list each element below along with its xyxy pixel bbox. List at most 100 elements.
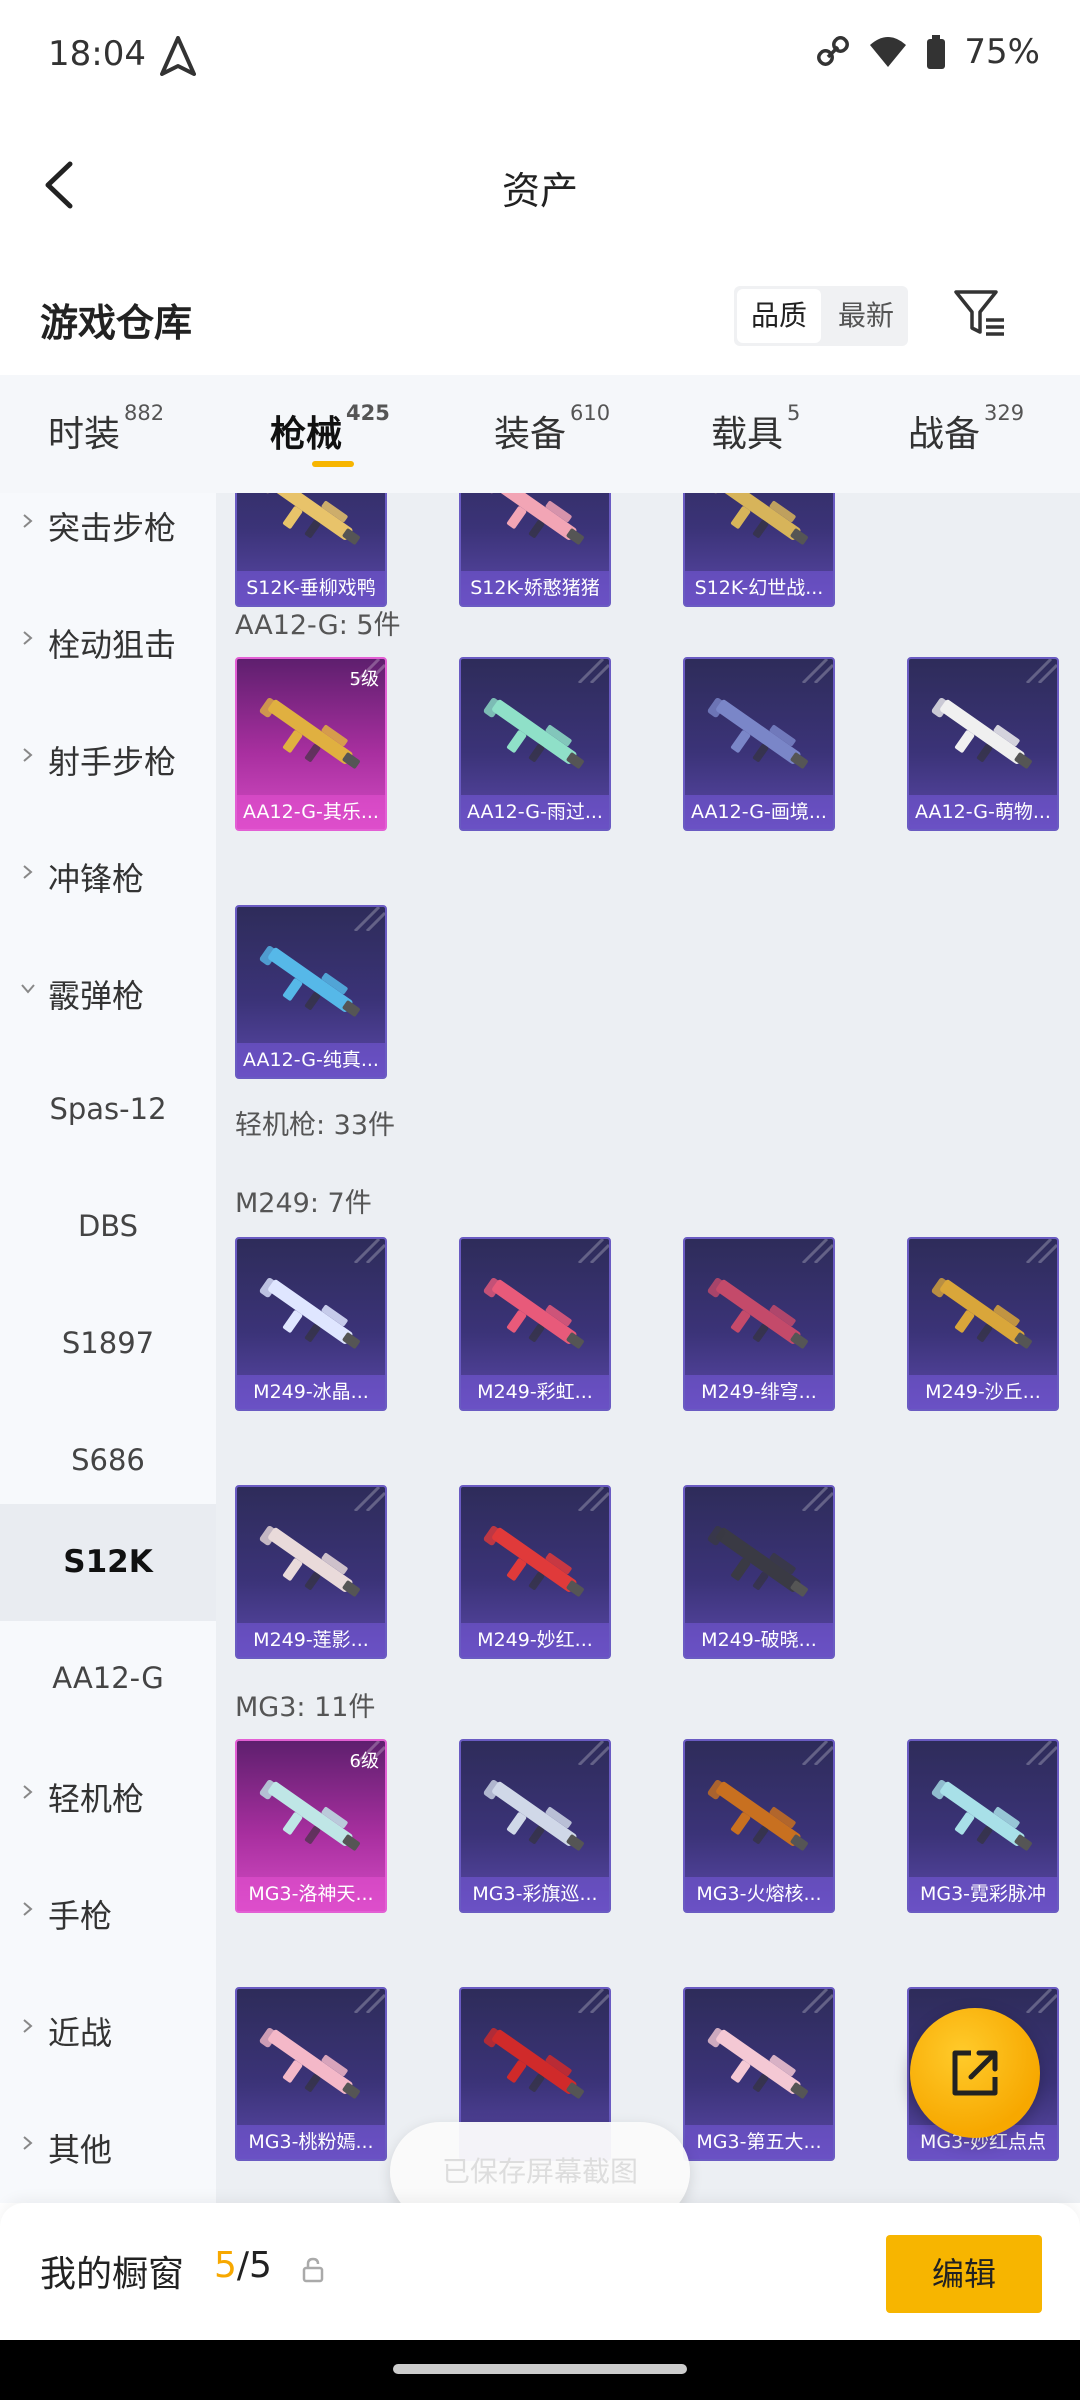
item-name: AA12-G-其乐... <box>237 795 385 829</box>
tab-label: 枪械 <box>270 414 343 455</box>
tab-count: 5 <box>787 401 801 425</box>
navigation-arrow-icon <box>160 36 196 76</box>
sidebar-item-smg[interactable]: 冲锋枪 <box>0 818 216 935</box>
item-card[interactable]: S12K-幻世战... <box>683 493 835 607</box>
item-card[interactable]: S12K-垂柳戏鸭 <box>235 493 387 607</box>
item-name: M249-妙红... <box>461 1623 609 1657</box>
item-card[interactable]: M249-妙红... <box>459 1485 611 1659</box>
sidebar-item-shotgun[interactable]: 霰弹枪 <box>0 935 216 1052</box>
sidebar-item-pistol[interactable]: 手枪 <box>0 1855 216 1972</box>
item-card[interactable]: MG3-桃粉嫣... <box>235 1987 387 2161</box>
chevron-down-icon <box>21 984 35 994</box>
item-card[interactable]: S12K-娇憨猪猪 <box>459 493 611 607</box>
sidebar-item-s12k[interactable]: S12K <box>0 1504 216 1621</box>
status-time: 18:04 <box>48 34 146 74</box>
sidebar-item-s686[interactable]: S686 <box>0 1403 216 1520</box>
chevron-right-icon <box>23 1902 33 1916</box>
sidebar-item-spas12[interactable]: Spas-12 <box>0 1052 216 1169</box>
item-card[interactable]: MG3-火熔核... <box>683 1739 835 1913</box>
item-name: MG3-火熔核... <box>685 1877 833 1911</box>
item-name: AA12-G-雨过... <box>461 795 609 829</box>
item-name: AA12-G-纯真... <box>237 1043 385 1077</box>
sidebar-item-bolt-sniper[interactable]: 栓动狙击 <box>0 584 216 701</box>
item-grid: AA12-G: 5件 轻机枪: 33件 M249: 7件 MG3: 11件 S1… <box>216 493 1080 2203</box>
tab-firearms[interactable]: 枪械425 <box>270 401 390 457</box>
item-name: M249-绯穹... <box>685 1375 833 1409</box>
weapon-icon <box>707 1277 808 1349</box>
sort-latest-button[interactable]: 最新 <box>824 286 908 346</box>
sidebar-item-marksman[interactable]: 射手步枪 <box>0 701 216 818</box>
sidebar-item-label: 手枪 <box>48 1897 113 1935</box>
home-indicator[interactable] <box>393 2364 687 2374</box>
item-card[interactable]: M249-冰晶... <box>235 1237 387 1411</box>
item-card[interactable]: M249-破晓... <box>683 1485 835 1659</box>
card-corner-decoration <box>353 1989 385 2013</box>
top-bar: 资产 <box>0 110 1080 260</box>
item-card[interactable]: 5级 AA12-G-其乐... <box>235 657 387 831</box>
tab-count: 882 <box>124 401 165 425</box>
sidebar-item-dbs[interactable]: DBS <box>0 1169 216 1286</box>
tab-count: 425 <box>346 401 390 425</box>
edit-button[interactable]: 编辑 <box>886 2235 1042 2313</box>
sidebar-item-label: 射手步枪 <box>48 743 177 781</box>
card-corner-decoration <box>1025 1989 1057 2013</box>
item-name: MG3-第五大... <box>685 2125 833 2159</box>
item-card[interactable]: AA12-G-萌物... <box>907 657 1059 831</box>
battery-icon <box>927 35 946 69</box>
weapon-icon <box>259 1525 360 1597</box>
item-name: AA12-G-画境... <box>685 795 833 829</box>
item-card[interactable]: M249-沙丘... <box>907 1237 1059 1411</box>
category-tabs: 时装882 枪械425 装备610 载具5 战备329 <box>0 375 1080 493</box>
sidebar-item-label: Spas-12 <box>49 1092 167 1126</box>
item-card[interactable]: M249-彩虹... <box>459 1237 611 1411</box>
status-bar: 18:04 75% <box>0 0 1080 110</box>
filter-icon[interactable] <box>950 284 1010 344</box>
sidebar-item-aa12g[interactable]: AA12-G <box>0 1621 216 1738</box>
card-corner-decoration <box>353 907 385 931</box>
tab-equipment[interactable]: 装备610 <box>494 401 610 457</box>
item-card[interactable]: AA12-G-雨过... <box>459 657 611 831</box>
item-name: MG3-桃粉嫣... <box>237 2125 385 2159</box>
sidebar-item-label: S1897 <box>61 1326 155 1360</box>
card-corner-decoration <box>801 1239 833 1263</box>
active-tab-indicator <box>312 461 354 467</box>
group-label: M249: 7件 <box>235 1188 372 1219</box>
item-card[interactable]: AA12-G-画境... <box>683 657 835 831</box>
card-corner-decoration <box>577 1487 609 1511</box>
weapon-icon <box>707 697 808 769</box>
item-card[interactable]: AA12-G-纯真... <box>235 905 387 1079</box>
weapon-icon <box>483 697 584 769</box>
item-card[interactable]: 6级 MG3-洛神天... <box>235 1739 387 1913</box>
item-card[interactable]: M249-绯穹... <box>683 1237 835 1411</box>
weapon-icon <box>483 493 584 545</box>
sidebar-item-s1897[interactable]: S1897 <box>0 1286 216 1403</box>
tab-vehicles[interactable]: 载具5 <box>711 401 800 457</box>
item-name: AA12-G-萌物... <box>909 795 1057 829</box>
card-corner-decoration <box>801 1487 833 1511</box>
sidebar-item-lmg[interactable]: 轻机枪 <box>0 1738 216 1855</box>
item-level-badge: 6级 <box>349 1751 379 1772</box>
sidebar-item-other[interactable]: 其他 <box>0 2089 216 2203</box>
item-card[interactable]: M249-莲影... <box>235 1485 387 1659</box>
sidebar-item-label: 霰弹枪 <box>48 977 145 1015</box>
tab-supplies[interactable]: 战备329 <box>908 401 1024 457</box>
status-icons: 75% <box>816 32 1040 72</box>
sidebar-item-label: 冲锋枪 <box>48 860 145 898</box>
sidebar-item-label: 其他 <box>48 2131 113 2169</box>
item-name: MG3-彩旗巡... <box>461 1877 609 1911</box>
chevron-right-icon <box>23 514 33 528</box>
showcase-label: 我的橱窗 <box>40 2254 185 2295</box>
weapon-icon <box>259 2027 360 2099</box>
item-card[interactable]: MG3-第五大... <box>683 1987 835 2161</box>
item-card[interactable]: MG3-彩旗巡... <box>459 1739 611 1913</box>
sidebar-item-melee[interactable]: 近战 <box>0 1972 216 2089</box>
sort-quality-button[interactable]: 品质 <box>737 289 821 343</box>
showcase-count: 5/5 <box>214 2245 272 2286</box>
item-name: S12K-幻世战... <box>685 571 833 605</box>
item-card[interactable]: MG3-霓彩脉冲 <box>907 1739 1059 1913</box>
tab-fashion[interactable]: 时装882 <box>48 401 164 457</box>
share-external-icon <box>952 2050 998 2096</box>
sidebar-item-assault-rifle[interactable]: 突击步枪 <box>0 493 216 584</box>
share-button[interactable] <box>910 2008 1040 2138</box>
sidebar-item-label: S686 <box>71 1443 145 1477</box>
